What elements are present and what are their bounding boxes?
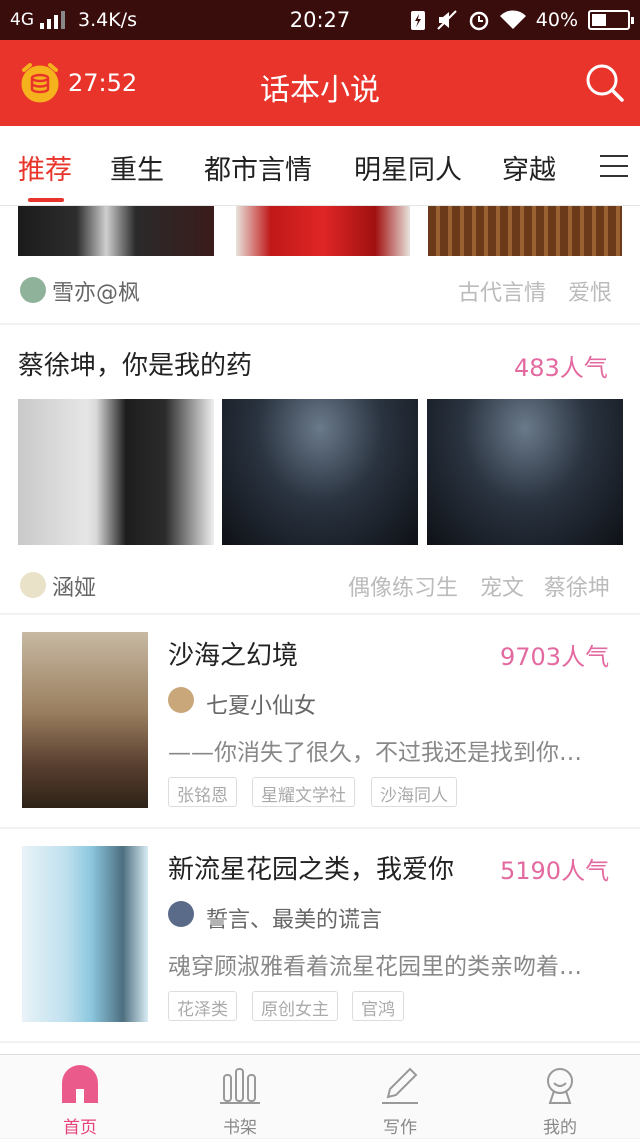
tag-chip[interactable]: 官鸿 <box>352 991 404 1021</box>
nav-label: 写作 <box>383 1118 417 1138</box>
book-cover[interactable] <box>22 846 148 1022</box>
tag[interactable]: 爱恨 <box>568 275 612 307</box>
battery-percent: 40% <box>535 9 578 31</box>
status-bar: 4G 3.4K/s 20:27 40% <box>0 0 640 40</box>
book-description[interactable]: 魂穿顾淑雅看着流星花园里的类亲吻着… <box>168 947 620 981</box>
feed-card[interactable]: 蔡徐坤，你是我的药 483人气 涵娅 偶像练习生 宠文 蔡徐坤 <box>0 325 640 613</box>
post-image[interactable] <box>427 399 623 545</box>
status-right: 40% <box>410 0 634 40</box>
tag[interactable]: 宠文 <box>480 570 524 602</box>
book-card[interactable]: 沙海之幻境 9703人气 七夏小仙女 ——你消失了很久，不过我还是找到你… 张铭… <box>0 615 640 827</box>
nav-home[interactable]: 首页 <box>0 1055 160 1139</box>
nav-write[interactable]: 写作 <box>320 1055 480 1139</box>
home-icon <box>62 1065 98 1103</box>
tag-chip[interactable]: 原创女主 <box>252 991 338 1021</box>
battery-icon <box>588 10 634 30</box>
author-name[interactable]: 涵娅 <box>52 570 96 602</box>
app-title: 话本小说 <box>260 73 380 108</box>
author-avatar[interactable] <box>168 687 194 713</box>
author-name[interactable]: 雪亦@枫 <box>52 275 140 307</box>
tag-chip[interactable]: 花泽类 <box>168 991 237 1021</box>
nav-label: 首页 <box>63 1118 97 1138</box>
post-image[interactable] <box>18 206 214 256</box>
popularity: 483人气 <box>514 354 608 382</box>
search-icon[interactable] <box>584 62 626 104</box>
wifi-icon <box>499 10 526 29</box>
tab-recommend[interactable]: 推荐 <box>18 148 72 187</box>
feed-card[interactable]: 雪亦@枫 古代言情 爱恨 <box>0 206 640 323</box>
pen-icon <box>382 1067 418 1104</box>
tab-time-travel[interactable]: 穿越 <box>502 148 556 187</box>
book-title[interactable]: 新流星花园之类，我爱你 <box>168 849 454 886</box>
charging-icon <box>410 11 425 30</box>
profile-icon <box>547 1068 573 1104</box>
tab-celebrity-fanfic[interactable]: 明星同人 <box>354 148 462 187</box>
tag-chip[interactable]: 星耀文学社 <box>252 777 355 807</box>
author-avatar[interactable] <box>168 901 194 927</box>
nav-label: 书架 <box>223 1118 257 1138</box>
popularity: 9703人气 <box>500 643 610 671</box>
book-cover[interactable] <box>22 632 148 808</box>
tag[interactable]: 蔡徐坤 <box>544 570 610 602</box>
post-image[interactable] <box>428 206 622 256</box>
post-image[interactable] <box>236 206 410 256</box>
bookshelf-icon <box>220 1068 260 1104</box>
post-image[interactable] <box>222 399 418 545</box>
category-tabs: 推荐 重生 都市言情 明星同人 穿越 <box>0 126 640 206</box>
tab-urban-romance[interactable]: 都市言情 <box>204 148 312 187</box>
tag-chip[interactable]: 张铭恩 <box>168 777 237 807</box>
app-header: 27:52 话本小说 <box>0 40 640 126</box>
tag[interactable]: 古代言情 <box>458 275 546 307</box>
book-card[interactable]: 新流星花园之类，我爱你 5190人气 誓言、最美的谎言 魂穿顾淑雅看着流星花园里… <box>0 829 640 1041</box>
alarm-icon <box>469 11 489 31</box>
tag[interactable]: 偶像练习生 <box>348 570 458 602</box>
book-title[interactable]: 沙海之幻境 <box>168 635 298 672</box>
nav-label: 我的 <box>543 1118 577 1138</box>
feed[interactable]: 雪亦@枫 古代言情 爱恨 蔡徐坤，你是我的药 483人气 涵娅 偶像练习生 宠文… <box>0 206 640 1054</box>
author-name[interactable]: 七夏小仙女 <box>206 688 316 720</box>
popularity: 5190人气 <box>500 857 610 885</box>
active-tab-indicator <box>28 198 64 202</box>
post-image[interactable] <box>18 399 214 545</box>
author-avatar[interactable] <box>20 277 46 303</box>
post-title[interactable]: 蔡徐坤，你是我的药 <box>18 345 252 382</box>
bottom-nav: 首页 书架 写作 我的 <box>0 1054 640 1138</box>
feed-card[interactable] <box>0 1043 640 1054</box>
book-description[interactable]: ——你消失了很久，不过我还是找到你… <box>168 733 620 767</box>
author-name[interactable]: 誓言、最美的谎言 <box>206 902 382 934</box>
mute-icon <box>437 10 457 30</box>
menu-icon[interactable] <box>598 154 630 178</box>
nav-profile[interactable]: 我的 <box>480 1055 640 1139</box>
author-avatar[interactable] <box>20 572 46 598</box>
nav-bookshelf[interactable]: 书架 <box>160 1055 320 1139</box>
tab-rebirth[interactable]: 重生 <box>110 148 164 187</box>
tag-chip[interactable]: 沙海同人 <box>371 777 457 807</box>
